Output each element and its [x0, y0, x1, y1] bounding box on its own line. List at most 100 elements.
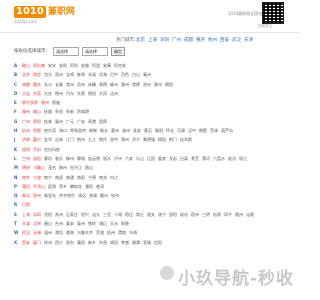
city-link[interactable]: 焦作	[99, 137, 107, 143]
city-link[interactable]: 十堰	[114, 212, 122, 218]
city-link[interactable]: 乌鲁木齐	[77, 230, 93, 236]
city-link[interactable]: 惠州	[111, 128, 119, 134]
city-link[interactable]: 宁德	[88, 175, 96, 181]
city-link[interactable]: 沈阳	[44, 212, 52, 218]
city-link[interactable]: 西宁	[55, 240, 63, 246]
city-link[interactable]: 阜新	[66, 109, 74, 115]
city-link[interactable]: 贵阳	[33, 119, 41, 125]
city-link[interactable]: 聊城	[77, 156, 85, 162]
city-link[interactable]: 湘潭	[132, 240, 140, 246]
city-link[interactable]: 大连	[22, 91, 30, 97]
city-link[interactable]: 长春	[55, 82, 63, 88]
city-link[interactable]: 许昌	[99, 240, 107, 246]
city-link[interactable]: 金华	[44, 137, 52, 143]
city-link[interactable]: 娄底	[158, 156, 166, 162]
city-link[interactable]: 防城港	[77, 109, 89, 115]
city-link[interactable]: 安庆	[48, 63, 56, 69]
city-link[interactable]: 眉山	[85, 165, 93, 171]
city-link[interactable]: 韶关	[147, 212, 155, 218]
city-link[interactable]: 大庆	[44, 91, 52, 97]
city-link[interactable]: 芜湖	[96, 230, 104, 236]
city-link[interactable]: 滨州	[55, 72, 63, 78]
city-link[interactable]: 恩施	[52, 100, 60, 106]
city-link[interactable]: 鹤壁	[199, 128, 207, 134]
city-link[interactable]: 南阳	[77, 175, 85, 181]
city-link[interactable]: 本溪	[88, 72, 96, 78]
city-link[interactable]: 贵港	[88, 119, 96, 125]
city-link[interactable]: 平顶山	[33, 184, 45, 190]
city-link[interactable]: 济宁	[132, 137, 140, 143]
city-link[interactable]: 开封	[33, 147, 41, 153]
city-link[interactable]: 江门	[66, 137, 74, 143]
city-link[interactable]: 海口	[59, 128, 67, 134]
city-link[interactable]: 咸阳	[110, 240, 118, 246]
city-link[interactable]: 秦皇岛	[44, 193, 56, 199]
city-link[interactable]: 南昌	[55, 175, 63, 181]
city-link[interactable]: 通辽	[99, 221, 107, 227]
city-link[interactable]: 广安	[77, 119, 85, 125]
city-link[interactable]: 莱芜	[191, 156, 199, 162]
city-link[interactable]: 辽阳	[147, 156, 155, 162]
city-link[interactable]: 潮州	[121, 82, 129, 88]
city-link[interactable]: 安康	[103, 63, 111, 69]
city-link[interactable]: 渭南	[118, 230, 126, 236]
city-link[interactable]: 九江	[88, 137, 96, 143]
city-link[interactable]: 承德	[99, 82, 107, 88]
city-link[interactable]: 六盘水	[213, 156, 225, 162]
city-link[interactable]: 商丘	[136, 212, 144, 218]
city-link[interactable]: 随州	[235, 212, 243, 218]
city-link[interactable]: 鞍山	[22, 63, 30, 69]
city-link[interactable]: 厦门	[33, 240, 41, 246]
hot-city-link[interactable]: 杭州	[208, 37, 217, 43]
city-link[interactable]: 邢台	[66, 240, 74, 246]
city-link[interactable]: 呼和浩特	[70, 128, 86, 134]
city-link[interactable]: 固原	[99, 119, 107, 125]
city-link[interactable]: 重庆	[33, 82, 41, 88]
city-link[interactable]: 清远	[78, 193, 86, 199]
city-link[interactable]: 常德	[132, 82, 140, 88]
city-link[interactable]: 滁州	[154, 82, 162, 88]
city-link[interactable]: 克拉玛依	[44, 147, 60, 153]
city-link[interactable]: 抚顺	[44, 109, 52, 115]
city-link[interactable]: 杭州	[22, 128, 30, 134]
city-link[interactable]: 安阳	[59, 63, 67, 69]
city-link[interactable]: 汉中	[188, 128, 196, 134]
city-link[interactable]: 三亚	[103, 212, 111, 218]
city-link[interactable]: 荆门	[169, 137, 177, 143]
city-link[interactable]: 百色	[121, 72, 129, 78]
city-link[interactable]: 东营	[77, 91, 85, 97]
city-link[interactable]: 遂宁	[158, 212, 166, 218]
city-link[interactable]: 晋中	[110, 137, 118, 143]
city-link[interactable]: 邵阳	[169, 212, 177, 218]
city-link[interactable]: 泉州	[33, 193, 41, 199]
city-link[interactable]: 南京	[22, 175, 30, 181]
city-link[interactable]: 吉林	[55, 137, 63, 143]
hot-city-link[interactable]: 重庆	[196, 37, 205, 43]
city-link[interactable]: 福州	[22, 109, 30, 115]
city-link[interactable]: 嘉兴	[33, 137, 41, 143]
city-link[interactable]: 宁波	[33, 175, 41, 181]
city-link[interactable]: 威海	[66, 230, 74, 236]
city-link[interactable]: 温州	[44, 230, 52, 236]
city-link[interactable]: 廊坊	[44, 156, 52, 162]
city-link[interactable]: 宿州	[191, 212, 199, 218]
city-link[interactable]: 北海	[99, 72, 107, 78]
city-link[interactable]: 邯郸	[89, 128, 97, 134]
city-link[interactable]: 濮阳	[85, 184, 93, 190]
city-link[interactable]: 达州	[110, 91, 118, 97]
hot-city-link[interactable]: 武汉	[232, 37, 241, 43]
city-link[interactable]: 哈尔滨	[44, 128, 56, 134]
city-link[interactable]: 阜阳	[55, 109, 63, 115]
city-link[interactable]: 桂林	[44, 119, 52, 125]
city-link[interactable]: 锦州	[121, 137, 129, 143]
city-link[interactable]: 石家庄	[66, 212, 78, 218]
city-link[interactable]: 衡水	[100, 128, 108, 134]
city-link[interactable]: 绥化	[180, 212, 188, 218]
city-link[interactable]: 六安	[125, 156, 133, 162]
city-link[interactable]: 黄石	[144, 128, 152, 134]
city-link[interactable]: 徐州	[44, 240, 52, 246]
city-link[interactable]: 衢州	[100, 193, 108, 199]
city-link[interactable]: 齐齐哈尔	[59, 193, 75, 199]
city-link[interactable]: 内江	[110, 175, 118, 181]
city-link[interactable]: 阿坝	[70, 63, 78, 69]
